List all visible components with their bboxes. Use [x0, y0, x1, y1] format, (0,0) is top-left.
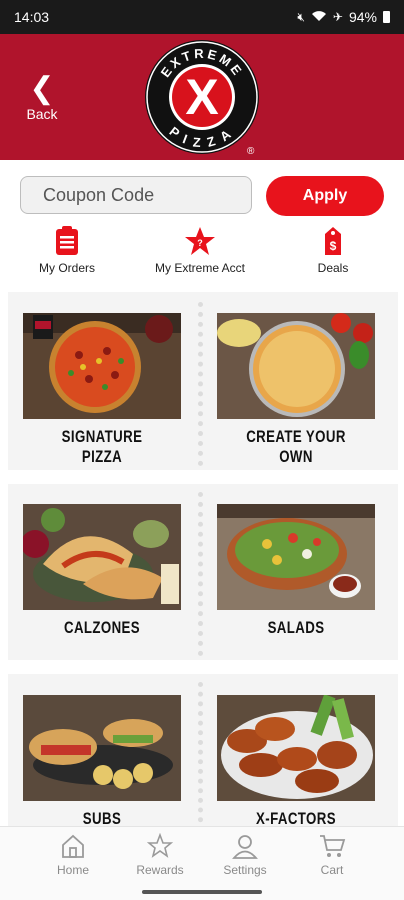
menu-tile-subs[interactable]: SUBS — [23, 695, 181, 826]
bottom-navigation: Home Rewards Settings Cart — [0, 826, 404, 884]
status-time: 14:03 — [14, 9, 50, 25]
calzones-label: CALZONES — [63, 618, 141, 637]
status-bar: 14:03 🔇︎ ✈ 94% — [0, 0, 404, 34]
clipboard-icon — [56, 226, 78, 255]
menu-tile-x-factors[interactable]: X-FACTORS — [217, 695, 375, 826]
menu-grid: SIGNATURE PIZZA CREATE YOUR OWN CALZONES… — [8, 292, 398, 826]
gesture-bar — [0, 884, 404, 900]
column-divider — [198, 682, 203, 826]
price-tag-icon: $ — [325, 227, 341, 255]
registered-mark: ® — [247, 146, 255, 156]
wifi-icon — [311, 10, 327, 25]
deals-link[interactable]: $ Deals — [273, 226, 393, 275]
salads-image — [217, 504, 375, 610]
svg-text:?: ? — [197, 238, 203, 248]
person-icon — [232, 835, 258, 859]
nav-settings[interactable]: Settings — [205, 833, 285, 877]
signature-pizza-label: SIGNATURE PIZZA — [61, 427, 143, 466]
cart-icon — [320, 835, 346, 857]
coupon-code-input[interactable] — [20, 176, 252, 214]
gesture-handle[interactable] — [142, 890, 262, 894]
chevron-left-icon: ❮ — [29, 72, 55, 105]
subs-label: SUBS — [82, 809, 122, 826]
home-icon — [62, 834, 84, 858]
menu-tile-calzones[interactable]: CALZONES — [23, 504, 181, 638]
calzones-image — [23, 504, 181, 610]
my-extreme-acct-label: My Extreme Acct — [154, 261, 246, 275]
my-orders-link[interactable]: My Orders — [7, 226, 127, 275]
nav-rewards[interactable]: Rewards — [120, 833, 200, 877]
nav-rewards-label: Rewards — [136, 863, 184, 877]
airplane-icon: ✈ — [332, 10, 343, 24]
app-header: ❮ Back EXTREME PIZZA X ® — [0, 34, 404, 160]
column-divider — [198, 302, 203, 466]
salads-label: SALADS — [267, 618, 325, 637]
nav-settings-label: Settings — [223, 863, 267, 877]
subs-image — [23, 695, 181, 801]
row-separator — [8, 470, 398, 484]
menu-tile-signature-pizza[interactable]: SIGNATURE PIZZA — [23, 313, 181, 467]
nav-home[interactable]: Home — [33, 833, 113, 877]
mute-icon: 🔇︎ — [297, 9, 305, 24]
apply-button[interactable]: Apply — [266, 176, 384, 216]
back-label: Back — [26, 106, 58, 122]
battery-icon — [383, 11, 390, 23]
extreme-pizza-logo: EXTREME PIZZA X ® — [145, 40, 259, 156]
quick-links: My Orders ? My Extreme Acct $ Deals — [0, 226, 404, 286]
signature-pizza-image — [23, 313, 181, 419]
nav-cart[interactable]: Cart — [292, 833, 372, 877]
create-your-own-image — [217, 313, 375, 419]
x-factors-image — [217, 695, 375, 801]
menu-tile-salads[interactable]: SALADS — [217, 504, 375, 638]
my-orders-label: My Orders — [38, 261, 95, 275]
logo-x-letter: X — [185, 69, 218, 125]
my-extreme-acct-link[interactable]: ? My Extreme Acct — [140, 226, 260, 275]
star-icon: ? — [185, 227, 215, 255]
nav-cart-label: Cart — [320, 863, 344, 877]
back-button[interactable]: ❮ Back — [20, 72, 64, 123]
column-divider — [198, 492, 203, 656]
row-separator — [8, 660, 398, 674]
status-icons: 🔇︎ ✈ 94% — [297, 9, 390, 25]
svg-text:$: $ — [330, 239, 337, 253]
battery-level: 94% — [348, 9, 377, 25]
menu-tile-create-your-own[interactable]: CREATE YOUR OWN — [217, 313, 375, 467]
nav-home-label: Home — [56, 863, 89, 877]
coupon-row: Apply — [20, 176, 384, 216]
x-factors-label: X-FACTORS — [256, 809, 336, 826]
create-your-own-label: CREATE YOUR OWN — [246, 427, 346, 466]
deals-label: Deals — [317, 261, 349, 275]
star-outline-icon — [147, 833, 173, 858]
